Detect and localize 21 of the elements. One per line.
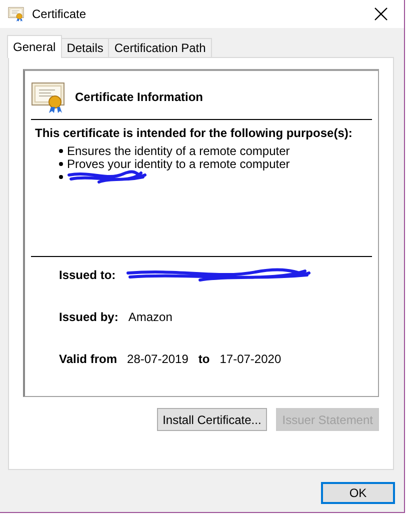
- ok-button[interactable]: OK: [321, 482, 395, 504]
- dialog-button[interactable]: Install Certificate...: [156, 408, 268, 431]
- bullet-icon: [59, 148, 63, 152]
- field-label: Issued to:: [59, 268, 116, 282]
- field-label: Valid from: [59, 352, 118, 366]
- purpose-text: Ensures the identity of a remote computer: [67, 144, 290, 158]
- bullet-icon: [59, 162, 63, 166]
- section-heading: Certificate Information: [75, 90, 204, 104]
- window-title: Certificate: [32, 7, 88, 21]
- field-label: to: [198, 352, 210, 366]
- certificate-icon: [31, 80, 65, 114]
- field-value: 17-07-2020: [220, 352, 282, 366]
- field-value: 28-07-2019: [127, 352, 188, 366]
- tab[interactable]: General: [7, 35, 62, 58]
- field-value: Amazon: [128, 310, 172, 324]
- purpose-heading: This certificate is intended for the following purpose(s):: [35, 126, 354, 140]
- bullet-icon: [59, 174, 63, 178]
- certificate-icon: [8, 6, 24, 22]
- field-label: Issued by:: [59, 310, 118, 324]
- purpose-text: Proves your identity to a remote computer: [67, 156, 290, 170]
- tab[interactable]: Certification Path: [108, 38, 212, 57]
